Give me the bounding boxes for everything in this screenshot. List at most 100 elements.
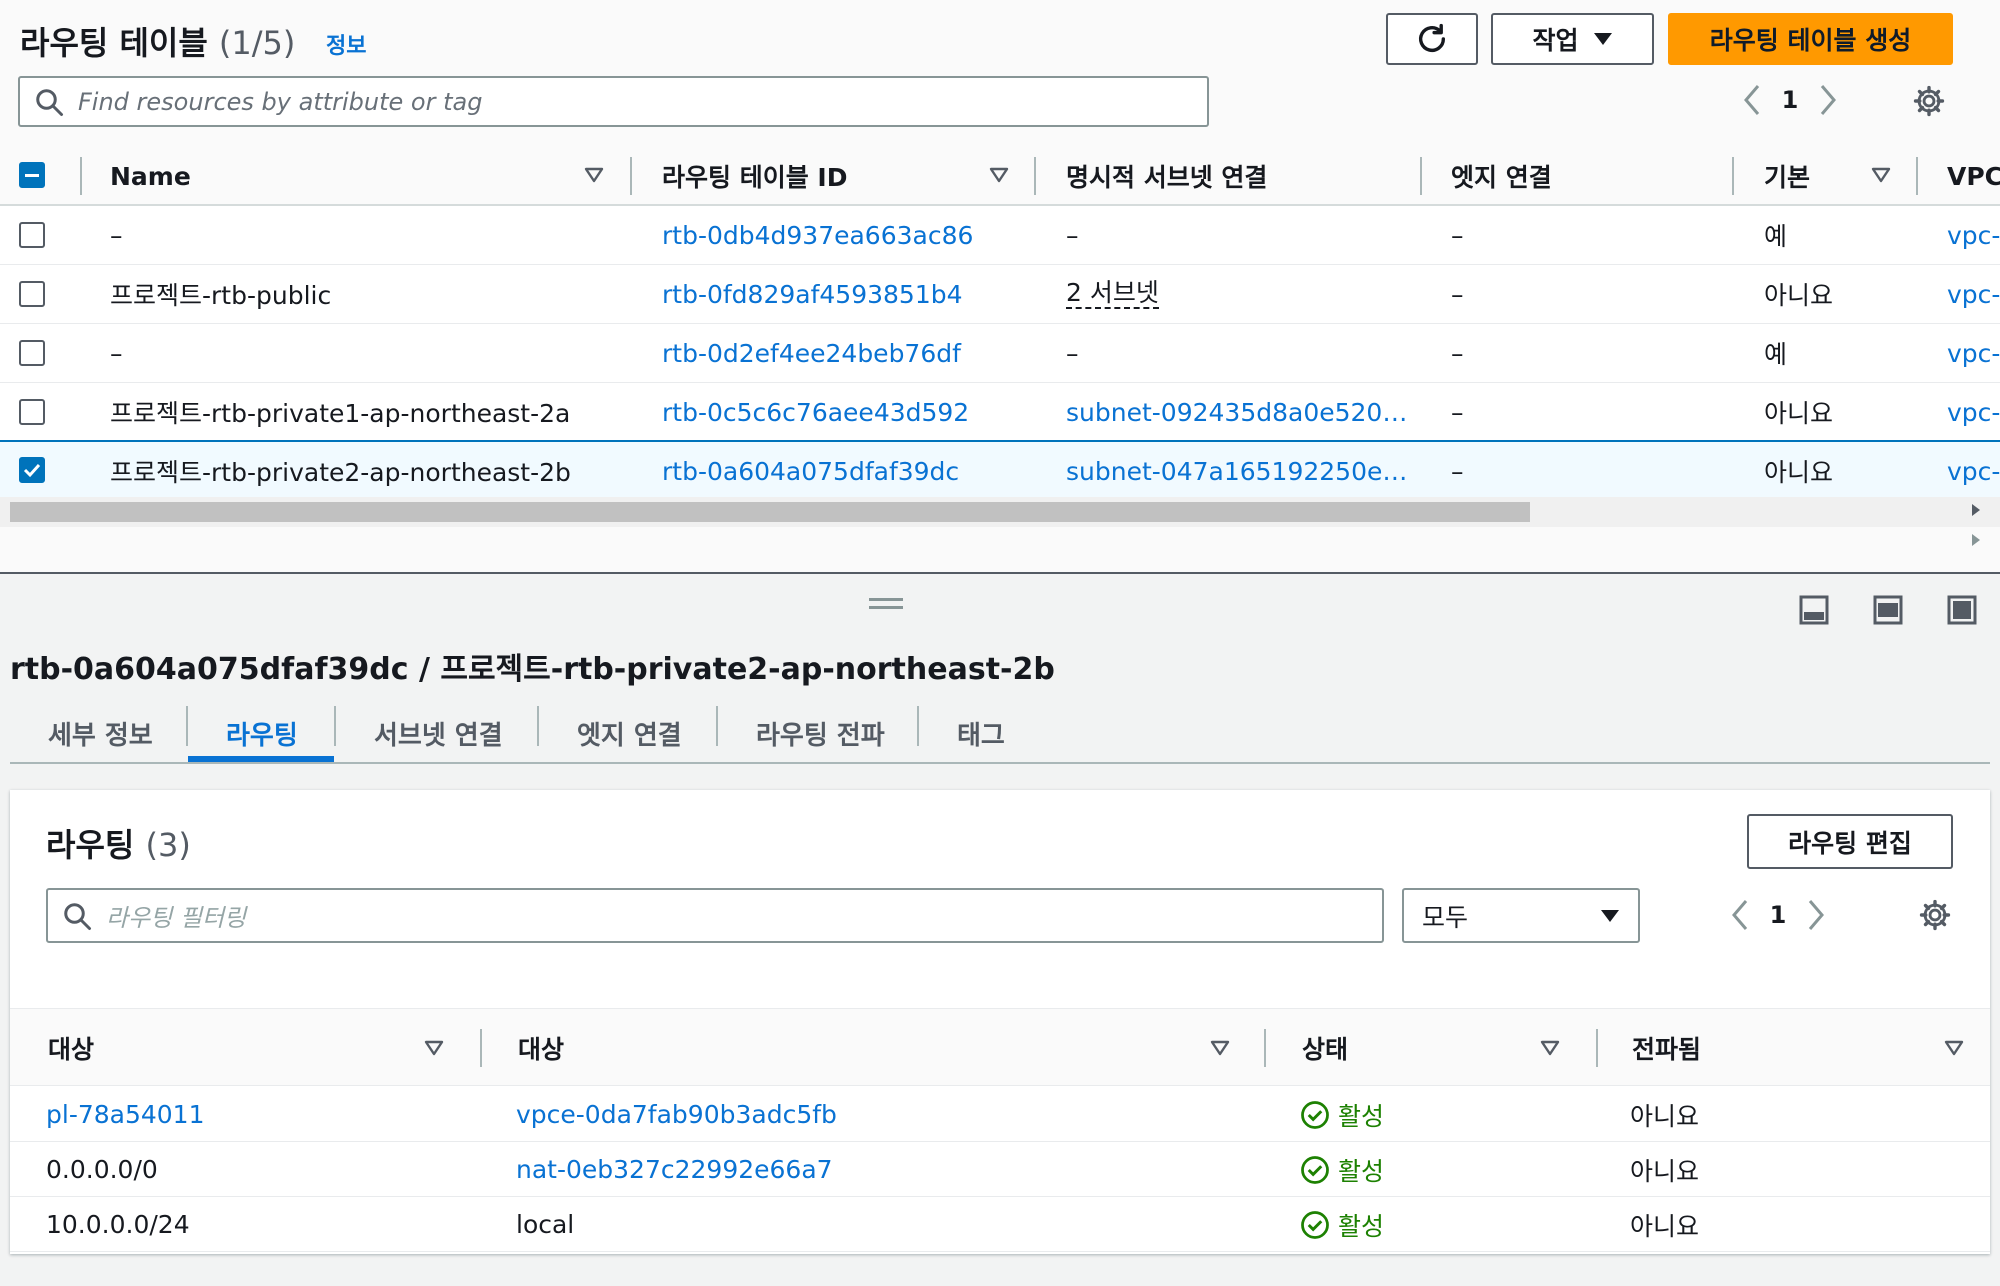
panel-side-icon[interactable] (1872, 594, 1904, 626)
propagated-value: 아니요 (1630, 1211, 1700, 1241)
vpc-link[interactable]: vpc- (1947, 265, 2000, 323)
current-page[interactable]: 1 (1752, 901, 1804, 929)
info-link[interactable]: 정보 (326, 28, 366, 60)
scroll-right-arrow-icon[interactable] (1970, 532, 1982, 548)
route-table-id-link[interactable]: rtb-0a604a075dfaf39dc (662, 442, 1022, 500)
row-main: 아니요 (1764, 399, 1834, 428)
row-edge: – (1451, 338, 1464, 368)
drag-handle-icon[interactable] (869, 598, 903, 614)
col-name[interactable]: Name (110, 146, 191, 206)
col-explicit-subnet[interactable]: 명시적 서브넷 연결 (1066, 146, 1267, 206)
subnet-count-popover[interactable]: 2 서브넷 (1066, 279, 1159, 309)
settings-gear-icon[interactable] (1918, 898, 1952, 932)
row-name: – (110, 338, 123, 368)
scroll-right-arrow-icon[interactable] (1970, 502, 1982, 518)
detail-title: rtb-0a604a075dfaf39dc / 프로젝트-rtb-private… (10, 652, 1055, 687)
table-row[interactable]: – rtb-0d2ef4ee24beb76df – – 예 vpc- (0, 324, 2000, 383)
target-value: local (516, 1210, 575, 1239)
routes-filter-select[interactable]: 모두 (1402, 888, 1640, 943)
refresh-button[interactable] (1386, 13, 1478, 65)
col-route-table-id[interactable]: 라우팅 테이블 ID (662, 146, 847, 206)
caret-down-icon (1601, 909, 1619, 922)
caret-down-icon (1593, 33, 1612, 45)
vpc-link[interactable]: vpc- (1947, 383, 2000, 441)
sort-icon[interactable] (424, 1040, 444, 1056)
routes-filter-input[interactable]: 라우팅 필터링 (46, 888, 1384, 943)
route-table-id-link[interactable]: rtb-0fd829af4593851b4 (662, 265, 1022, 323)
col-status[interactable]: 상태 (1302, 1009, 1348, 1087)
row-main: 예 (1764, 340, 1788, 369)
chevron-right-icon[interactable] (1816, 82, 1840, 118)
edit-routes-button[interactable]: 라우팅 편집 (1747, 814, 1953, 869)
status-badge: 활성 (1300, 1142, 1384, 1197)
table-row[interactable]: 프로젝트-rtb-public rtb-0fd829af4593851b4 2 … (0, 265, 2000, 324)
chevron-right-icon[interactable] (1804, 897, 1828, 933)
route-table-id-link[interactable]: rtb-0c5c6c76aee43d592 (662, 383, 1022, 441)
table-row[interactable]: 프로젝트-rtb-private1-ap-northeast-2a rtb-0c… (0, 383, 2000, 442)
row-checkbox[interactable] (19, 281, 45, 307)
route-table-id-link[interactable]: rtb-0d2ef4ee24beb76df (662, 324, 1022, 382)
filter-placeholder: 라우팅 필터링 (106, 904, 247, 932)
sort-icon[interactable] (584, 167, 604, 183)
sort-icon[interactable] (1944, 1040, 1964, 1056)
col-target[interactable]: 대상 (518, 1009, 564, 1087)
current-page[interactable]: 1 (1764, 86, 1816, 114)
col-edge-association[interactable]: 엣지 연결 (1451, 146, 1552, 206)
search-placeholder: Find resources by attribute or tag (78, 87, 483, 116)
tab-tags[interactable]: 태그 (957, 704, 1005, 762)
panel-bottom-icon[interactable] (1798, 594, 1830, 626)
chevron-left-icon[interactable] (1728, 897, 1752, 933)
destination-link[interactable]: pl-78a54011 (46, 1087, 205, 1142)
vpc-link[interactable]: vpc- (1947, 206, 2000, 264)
tab-edge-associations[interactable]: 엣지 연결 (577, 704, 682, 762)
subnet-link[interactable]: subnet-092435d8a0e520… (1066, 383, 1416, 441)
col-main[interactable]: 기본 (1764, 146, 1810, 206)
row-edge: – (1451, 397, 1464, 427)
select-all-checkbox[interactable] (19, 162, 45, 188)
row-name: 프로젝트-rtb-private1-ap-northeast-2a (110, 399, 571, 428)
col-vpc[interactable]: VPC (1947, 146, 2000, 206)
target-link[interactable]: vpce-0da7fab90b3adc5fb (516, 1087, 837, 1142)
route-table-id-link[interactable]: rtb-0db4d937ea663ac86 (662, 206, 1022, 264)
tab-routes[interactable]: 라우팅 (226, 704, 298, 762)
row-checkbox-checked[interactable] (19, 457, 45, 483)
settings-gear-icon[interactable] (1912, 84, 1946, 118)
row-checkbox[interactable] (19, 340, 45, 366)
vpc-link[interactable]: vpc- (1947, 442, 2000, 500)
tab-subnet-associations[interactable]: 서브넷 연결 (374, 704, 503, 762)
status-text: 활성 (1338, 1156, 1385, 1186)
check-circle-icon (1301, 1100, 1329, 1129)
search-icon (36, 88, 63, 116)
resource-search-input[interactable]: Find resources by attribute or tag (18, 76, 1209, 127)
chevron-left-icon[interactable] (1740, 82, 1764, 118)
row-checkbox[interactable] (19, 222, 45, 248)
check-circle-icon (1301, 1210, 1329, 1239)
vpc-link[interactable]: vpc- (1947, 324, 2000, 382)
destination-value: 10.0.0.0/24 (46, 1210, 190, 1239)
actions-dropdown[interactable]: 작업 (1491, 13, 1654, 65)
table-row[interactable]: – rtb-0db4d937ea663ac86 – – 예 vpc- (0, 206, 2000, 265)
col-propagated[interactable]: 전파됨 (1632, 1009, 1701, 1087)
search-icon (64, 902, 91, 930)
sort-icon[interactable] (1540, 1040, 1560, 1056)
scrollbar-thumb[interactable] (10, 502, 1530, 522)
table-row-selected[interactable]: 프로젝트-rtb-private2-ap-northeast-2b rtb-0a… (0, 440, 2000, 500)
panel-full-icon[interactable] (1946, 594, 1978, 626)
create-route-table-button[interactable]: 라우팅 테이블 생성 (1668, 13, 1953, 65)
target-link[interactable]: nat-0eb327c22992e66a7 (516, 1142, 833, 1197)
tab-route-propagation[interactable]: 라우팅 전파 (756, 704, 885, 762)
status-badge: 활성 (1300, 1087, 1384, 1142)
row-name: 프로젝트-rtb-public (110, 281, 332, 310)
row-subnet[interactable]: 2 서브넷 (1066, 265, 1416, 323)
route-row: 0.0.0.0/0 nat-0eb327c22992e66a7 활성 아니요 (10, 1142, 1990, 1197)
tab-details[interactable]: 세부 정보 (48, 704, 153, 762)
sort-icon[interactable] (1871, 167, 1891, 183)
check-circle-icon (1301, 1155, 1329, 1184)
route-row: pl-78a54011 vpce-0da7fab90b3adc5fb 활성 아니… (10, 1087, 1990, 1142)
subnet-link[interactable]: subnet-047a165192250e… (1066, 442, 1416, 500)
sort-icon[interactable] (1210, 1040, 1230, 1056)
split-panel-divider[interactable] (0, 572, 2000, 574)
row-checkbox[interactable] (19, 399, 45, 425)
sort-icon[interactable] (989, 167, 1009, 183)
col-destination[interactable]: 대상 (48, 1009, 94, 1087)
